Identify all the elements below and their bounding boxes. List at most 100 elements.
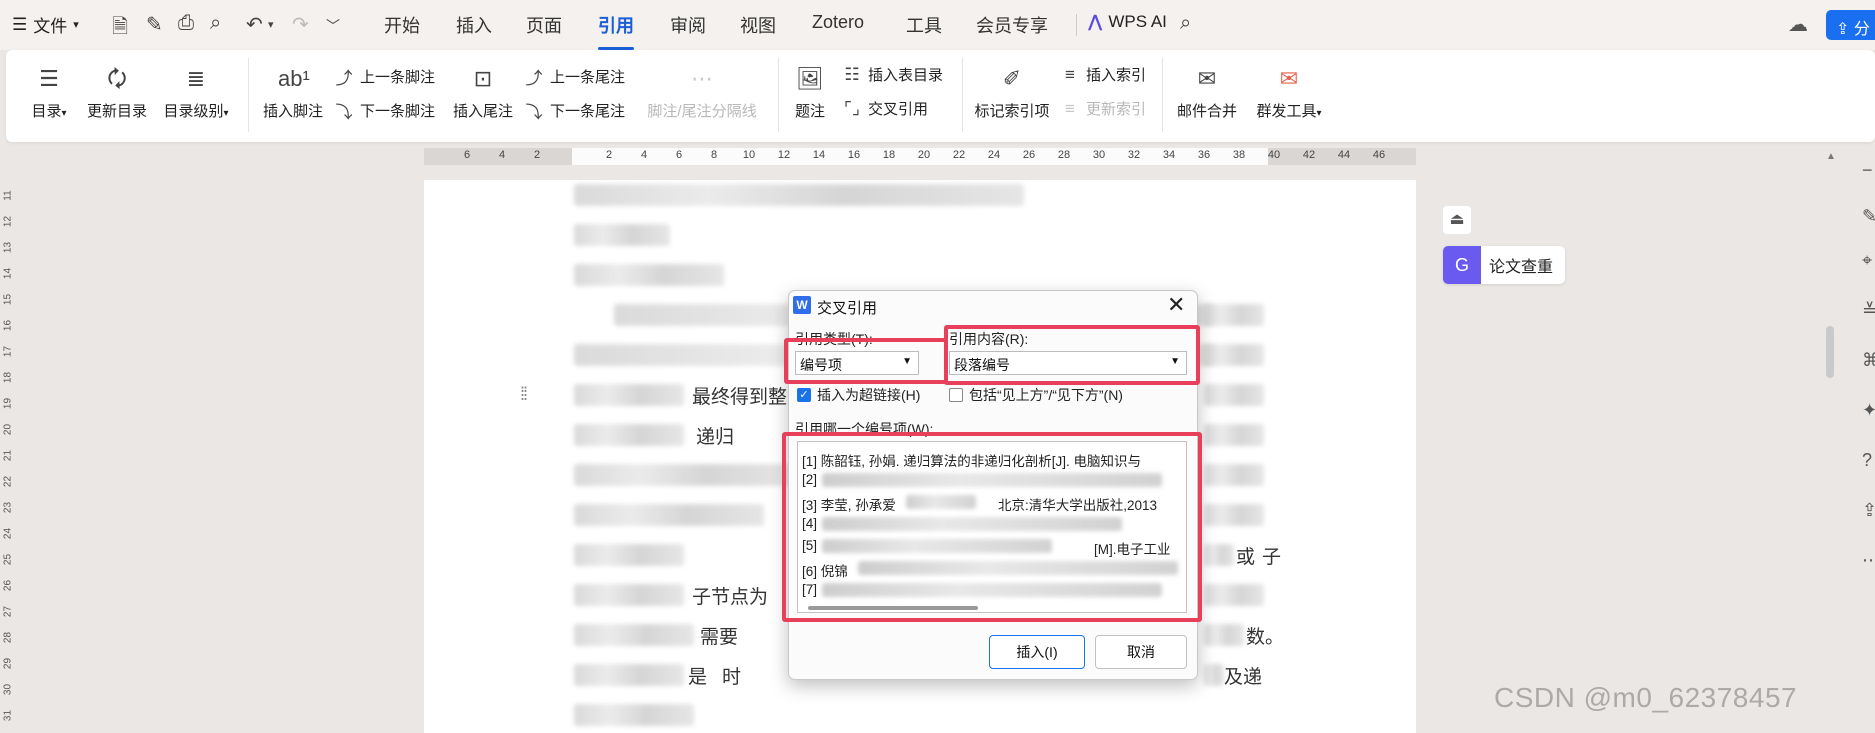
cloud-upload-icon[interactable]: ☁ [1788, 12, 1808, 37]
mass-send-icon: ✉ [1279, 66, 1299, 91]
vertical-scrollbar[interactable] [1826, 326, 1834, 378]
more-icon[interactable]: ⋯ [1862, 550, 1875, 571]
cross-reference-button[interactable]: ⌜⌟ 交叉引用 [842, 98, 928, 119]
wps-ai-button[interactable]: ⋀ WPS AI [1088, 12, 1167, 32]
tab-zotero[interactable]: Zotero [812, 12, 864, 33]
vruler-tick: 23 [2, 501, 14, 514]
undo-icon[interactable]: ↶ [246, 12, 263, 37]
caption-button[interactable]: 🖼 题注 [788, 64, 832, 121]
undo-dropdown-icon[interactable]: ▾ [268, 18, 274, 31]
mark-index-button[interactable]: ✐ 标记索引项 [972, 64, 1052, 121]
doc-text: 数。 [1246, 627, 1285, 648]
ruler-tick: 12 [777, 149, 791, 161]
doc-text: 及递 [1224, 667, 1263, 688]
paper-check-button[interactable]: G 论文查重 [1443, 246, 1565, 284]
doc-text: 时 [722, 667, 742, 688]
print-icon[interactable]: ⎙ [178, 12, 194, 35]
wps-ai-icon: ⋀ [1088, 12, 1103, 31]
ruler-tick: 32 [1127, 149, 1141, 161]
tab-page[interactable]: 页面 [526, 12, 562, 38]
blurred-text [574, 664, 684, 686]
minus-icon[interactable]: − [1862, 160, 1873, 181]
shape-icon[interactable]: ⌘ [1862, 350, 1875, 371]
horizontal-ruler[interactable]: 6 4 2 2 4 6 8 10 12 14 16 18 20 22 24 26… [424, 148, 1416, 165]
include-above-below-label: 包括“见上方”/“见下方”(N) [969, 387, 1123, 403]
tab-references[interactable]: 引用 [598, 12, 634, 50]
menu-bar: ☰ 文件 ▾ 🗎 ✎ ⎙ ⌕ ↶ ▾ ↷ ﹀ 开始 插入 页面 引用 审阅 视图… [0, 0, 1875, 50]
cancel-button[interactable]: 取消 [1095, 635, 1187, 669]
update-index-button[interactable]: ≡ 更新索引 [1060, 98, 1146, 119]
tab-member[interactable]: 会员专享 [976, 12, 1048, 38]
insert-footnote-button[interactable]: ab¹ 插入脚注 [260, 64, 326, 121]
select-icon[interactable]: ⌖ [1862, 250, 1872, 271]
vertical-ruler[interactable]: 11 12 13 14 15 16 17 18 19 20 21 22 23 2… [0, 150, 14, 733]
tab-tools[interactable]: 工具 [906, 12, 942, 38]
save-icon[interactable]: 🗎 [112, 12, 128, 46]
share-label: 分 [1853, 21, 1870, 38]
doc-text: 需要 [700, 627, 739, 648]
next-footnote-button[interactable]: ⤵ 下一条脚注 [334, 98, 436, 123]
vruler-tick: 18 [2, 371, 14, 384]
pen-icon[interactable]: ✎ [1862, 206, 1875, 227]
doc-text: 是 [688, 667, 708, 688]
share-side-icon[interactable]: ⇪ [1862, 500, 1875, 521]
dialog-title: 交叉引用 [817, 300, 878, 317]
ruler-tick: 16 [847, 149, 861, 161]
prev-footnote-button[interactable]: ⤴ 上一条脚注 [334, 64, 436, 89]
more-chevron-icon[interactable]: ﹀ [326, 16, 340, 36]
mail-icon: ✉ [1197, 66, 1217, 91]
print-preview-icon[interactable]: ⌕ [210, 12, 221, 35]
insert-hyperlink-checkbox[interactable]: ✓ 插入为超链接(H) [797, 385, 920, 405]
blurred-text [1204, 544, 1234, 566]
caption-label: 题注 [794, 103, 825, 120]
drag-handle-icon[interactable]: ⁞⁞ [520, 385, 528, 403]
tab-review[interactable]: 审阅 [670, 12, 706, 38]
insert-hyperlink-label: 插入为超链接(H) [817, 387, 921, 403]
prev-endnote-label: 上一条尾注 [550, 69, 626, 86]
mark-index-label: 标记索引项 [974, 103, 1050, 120]
toc-button[interactable]: ☰ 目录▾ [26, 64, 72, 121]
tab-view[interactable]: 视图 [740, 12, 776, 38]
next-endnote-button[interactable]: ⤵ 下一条尾注 [524, 98, 626, 123]
insert-index-label: 插入索引 [1086, 67, 1147, 84]
vruler-tick: 30 [2, 683, 14, 696]
dialog-titlebar[interactable]: W 交叉引用 ✕ [789, 291, 1197, 323]
tool-icon[interactable]: ✦ [1862, 400, 1875, 421]
mass-send-button[interactable]: ✉ 群发工具▾ [1250, 64, 1328, 121]
help-icon[interactable]: ? [1862, 450, 1872, 471]
ruler-tick: 44 [1337, 149, 1351, 161]
tab-home[interactable]: 开始 [384, 12, 420, 38]
filter-icon[interactable]: ≚ [1862, 300, 1875, 321]
update-index-label: 更新索引 [1086, 101, 1147, 118]
search-icon[interactable]: ⌕ [1180, 12, 1191, 35]
scroll-up-icon[interactable]: ▲ [1826, 151, 1836, 162]
blurred-text [1204, 664, 1224, 686]
table-of-figures-icon: ☷ [844, 64, 860, 84]
collapse-panel-icon[interactable]: ⏏ [1443, 206, 1471, 234]
blurred-text [574, 464, 794, 486]
redo-icon[interactable]: ↷ [292, 12, 309, 37]
prev-endnote-button[interactable]: ⤴ 上一条尾注 [524, 64, 626, 89]
vruler-tick: 13 [2, 241, 14, 254]
include-above-below-checkbox[interactable]: 包括“见上方”/“见下方”(N) [949, 385, 1123, 405]
insert-index-button[interactable]: ≡ 插入索引 [1060, 64, 1146, 85]
vruler-tick: 28 [2, 631, 14, 644]
close-icon[interactable]: ✕ [1167, 292, 1185, 318]
update-toc-button[interactable]: 🗘 更新目录 [82, 64, 152, 121]
menu-divider [1076, 14, 1077, 36]
insert-button[interactable]: 插入(I) [989, 635, 1085, 669]
blurred-text [1204, 624, 1244, 646]
insert-table-of-figures-button[interactable]: ☷ 插入表目录 [842, 64, 943, 85]
tab-insert[interactable]: 插入 [456, 12, 492, 38]
share-button[interactable]: ⇪ 分 [1826, 10, 1875, 40]
separator-button[interactable]: ⋯ 脚注/尾注分隔线 [640, 64, 764, 121]
ruler-tick: 6 [463, 149, 471, 161]
format-painter-icon[interactable]: ✎ [146, 12, 163, 37]
mail-merge-button[interactable]: ✉ 邮件合并 [1174, 64, 1240, 121]
file-menu[interactable]: ☰ 文件 ▾ [12, 12, 79, 37]
insert-endnote-button[interactable]: ⊡ 插入尾注 [450, 64, 516, 121]
toc-level-button[interactable]: ≣ 目录级别▾ [158, 64, 234, 121]
doc-text: 子节点为 [692, 587, 769, 608]
ruler-tick: 2 [533, 149, 541, 161]
next-footnote-icon: ⤵ [335, 103, 353, 122]
